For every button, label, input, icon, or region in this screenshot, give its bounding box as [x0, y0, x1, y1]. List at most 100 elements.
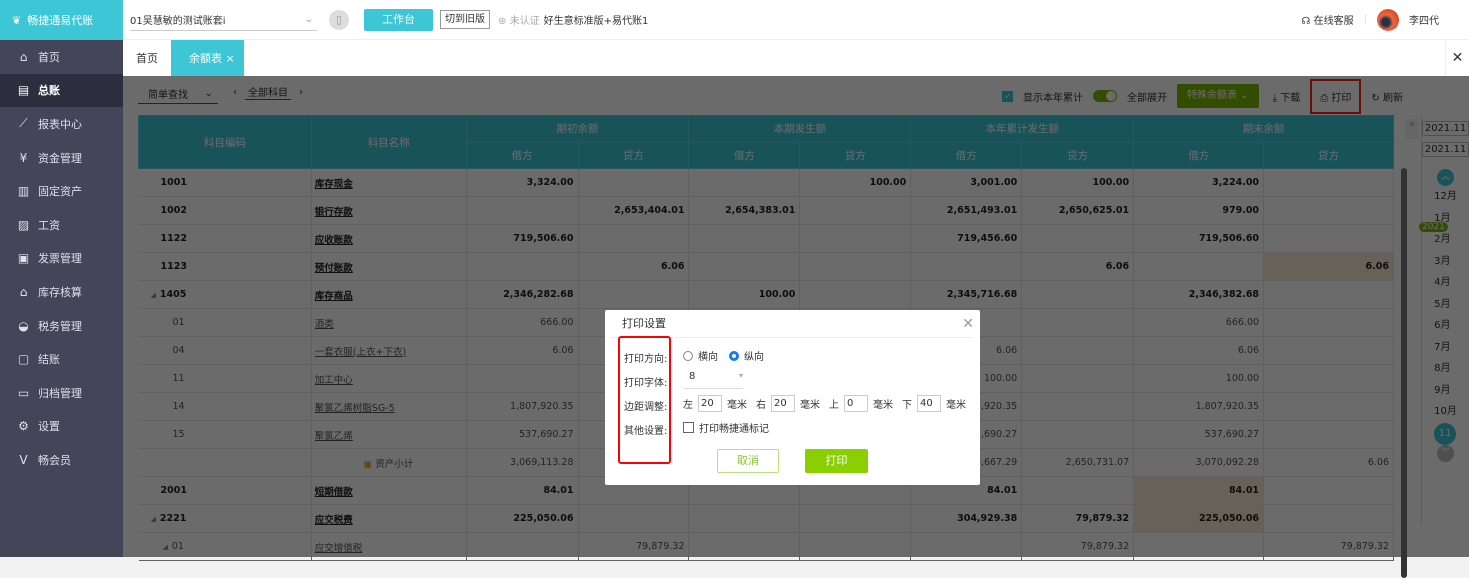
landscape-radio[interactable]	[683, 350, 693, 361]
account-name-link[interactable]: 短期借款	[311, 476, 467, 505]
download-button[interactable]: ⤓ 下载	[1273, 89, 1301, 104]
collapse-icon: ◢	[150, 515, 156, 523]
sidebar-item[interactable]: ▤ 总账	[0, 73, 123, 108]
period-to[interactable]: 2021.11	[1421, 142, 1469, 157]
sidebar-item[interactable]: ⌂ 首页	[0, 40, 123, 74]
logo[interactable]: ❦ 畅捷通易代账	[0, 0, 123, 40]
amount-cell	[1021, 364, 1135, 393]
account-name-link[interactable]: 一套衣服(上衣+下衣)	[311, 336, 467, 365]
building-icon: ▥	[17, 184, 30, 199]
sidebar-item[interactable]: ▥ 固定资产	[0, 174, 123, 208]
account-name-link[interactable]: 加工中心	[311, 364, 467, 393]
prev-icon[interactable]: ‹	[233, 87, 237, 98]
month-item[interactable]: 8月	[1434, 358, 1457, 380]
refresh-button[interactable]: ↻ 刷新	[1371, 89, 1403, 104]
amount-cell	[910, 532, 1023, 561]
user-name[interactable]: 李四代	[1409, 12, 1439, 27]
sidebar-item[interactable]: ▭ 归档管理	[0, 376, 123, 410]
show-year-checkbox[interactable]: ✓	[1002, 90, 1014, 102]
amount-cell	[578, 280, 690, 309]
amount-cell	[1263, 224, 1394, 253]
year-badge: 2021	[1419, 222, 1448, 232]
account-name-link[interactable]: 应交税费	[311, 504, 467, 533]
next-icon[interactable]: ›	[299, 87, 303, 98]
portrait-radio[interactable]	[729, 350, 739, 361]
month-item[interactable]: 4月	[1434, 272, 1457, 294]
switch-old-version-button[interactable]: 切到旧版	[440, 10, 490, 29]
period-panel: 2021.11 2021.11 ︽ 12月 1月 2月 3月 4月 5月 6月 7月 8月 9月 1…	[1419, 115, 1469, 525]
account-name-link[interactable]: 应收账款	[311, 224, 467, 253]
salary-icon: ▨	[17, 217, 30, 232]
month-item[interactable]: 2月	[1434, 229, 1457, 251]
font-size-select[interactable]: 8 ▾	[683, 371, 743, 389]
margin-right-input[interactable]: 20	[771, 395, 795, 412]
margin-left-input[interactable]: 20	[698, 395, 722, 412]
sidebar-item[interactable]: ◒ 税务管理	[0, 309, 123, 343]
account-name-link[interactable]: 预付账款	[311, 252, 467, 281]
month-item[interactable]: 11月	[1434, 422, 1457, 461]
account-name-link[interactable]: 聚氯乙烯	[311, 420, 467, 449]
period-from[interactable]: 2021.11	[1421, 121, 1469, 136]
vip-icon: V	[19, 452, 28, 467]
vertical-scrollbar[interactable]	[1401, 168, 1407, 578]
amount-cell	[1021, 280, 1135, 309]
home-icon: ⌂	[19, 49, 28, 64]
table-row: 1122 应收账款 719,506.60 719,456.60 719,506.60	[138, 224, 1394, 253]
account-name-link[interactable]: 应交增值税	[311, 532, 467, 561]
cert-status: ⊛ 未认证	[498, 16, 540, 27]
sidebar-item[interactable]: ▢ 结账	[0, 342, 123, 376]
print-confirm-button[interactable]: 打印	[805, 449, 868, 473]
scroll-down-icon[interactable]: ︾	[1437, 444, 1454, 462]
close-tabs-icon[interactable]: ✕	[1445, 40, 1469, 76]
close-icon[interactable]: ✕	[962, 310, 974, 337]
account-name-link[interactable]: 聚氯乙烯树脂SG-5	[311, 392, 467, 421]
account-name-link[interactable]: 银行存款	[311, 196, 467, 225]
header-credit: 贷方	[799, 141, 912, 169]
month-item[interactable]: 3月	[1434, 251, 1457, 273]
account-select[interactable]: 01吴慧敏的测试账套i ⌄	[130, 9, 317, 31]
special-balance-dropdown[interactable]: 特殊余额表 ⌄	[1177, 84, 1259, 108]
expand-all-toggle[interactable]	[1093, 90, 1118, 102]
month-item[interactable]: 6月	[1434, 315, 1457, 337]
account-name-link[interactable]: 酒类	[311, 308, 467, 337]
account-code: ◢ 01	[138, 532, 312, 561]
month-item[interactable]: 12月	[1434, 186, 1457, 208]
print-button[interactable]: ⎙ 打印	[1310, 78, 1362, 114]
print-logo-checkbox[interactable]	[683, 422, 694, 433]
month-item[interactable]: 5月	[1434, 294, 1457, 316]
month-item[interactable]: 9月	[1434, 380, 1457, 402]
clipboard-icon[interactable]: ▯	[329, 9, 349, 30]
margin-bottom-input[interactable]: 40	[917, 395, 941, 412]
account-name-link[interactable]: 库存商品	[311, 280, 467, 309]
sidebar-item[interactable]: ¥ 资金管理	[0, 141, 123, 175]
online-service-link[interactable]: ☊ 在线客服	[1302, 12, 1354, 27]
simple-search-select[interactable]: 简单查找 ⌄	[138, 84, 218, 104]
sidebar-item[interactable]: V 畅会员	[0, 443, 123, 477]
margin-top-input[interactable]: 0	[844, 395, 868, 412]
header-name: 科目名称	[310, 115, 467, 169]
amount-cell: 79,879.32	[1021, 532, 1135, 561]
account-code: 11	[138, 364, 312, 393]
scroll-up-icon[interactable]: ︽	[1437, 169, 1454, 186]
account-name-link[interactable]: 库存现金	[311, 168, 467, 197]
expand-panel-icon[interactable]: »	[1405, 119, 1419, 139]
invoice-icon: ▣	[17, 251, 30, 266]
sidebar-item[interactable]: ⟋ 报表中心	[0, 107, 123, 141]
subject-select[interactable]: 全部科目	[245, 84, 291, 100]
account-code: ◢ 2221	[138, 504, 312, 533]
amount-cell	[1021, 224, 1135, 253]
tab-balance-sheet[interactable]: 余额表 ×	[171, 40, 244, 76]
workbench-button[interactable]: 工作台	[364, 8, 433, 31]
sidebar-item[interactable]: ⌂ 库存核算	[0, 275, 123, 309]
amount-cell	[578, 224, 690, 253]
amount-cell: 225,050.06	[1133, 504, 1265, 533]
sidebar-item[interactable]: ▨ 工资	[0, 208, 123, 242]
sidebar-item[interactable]: ⚙ 设置	[0, 410, 123, 444]
month-item[interactable]: 10月	[1434, 401, 1457, 423]
month-item[interactable]: 7月	[1434, 337, 1457, 359]
amount-cell: 304,929.38	[910, 504, 1023, 533]
sidebar-item[interactable]: ▣ 发票管理	[0, 242, 123, 276]
tab-home[interactable]: 首页	[123, 40, 171, 76]
cancel-button[interactable]: 取消	[717, 449, 779, 473]
avatar[interactable]	[1377, 8, 1399, 31]
